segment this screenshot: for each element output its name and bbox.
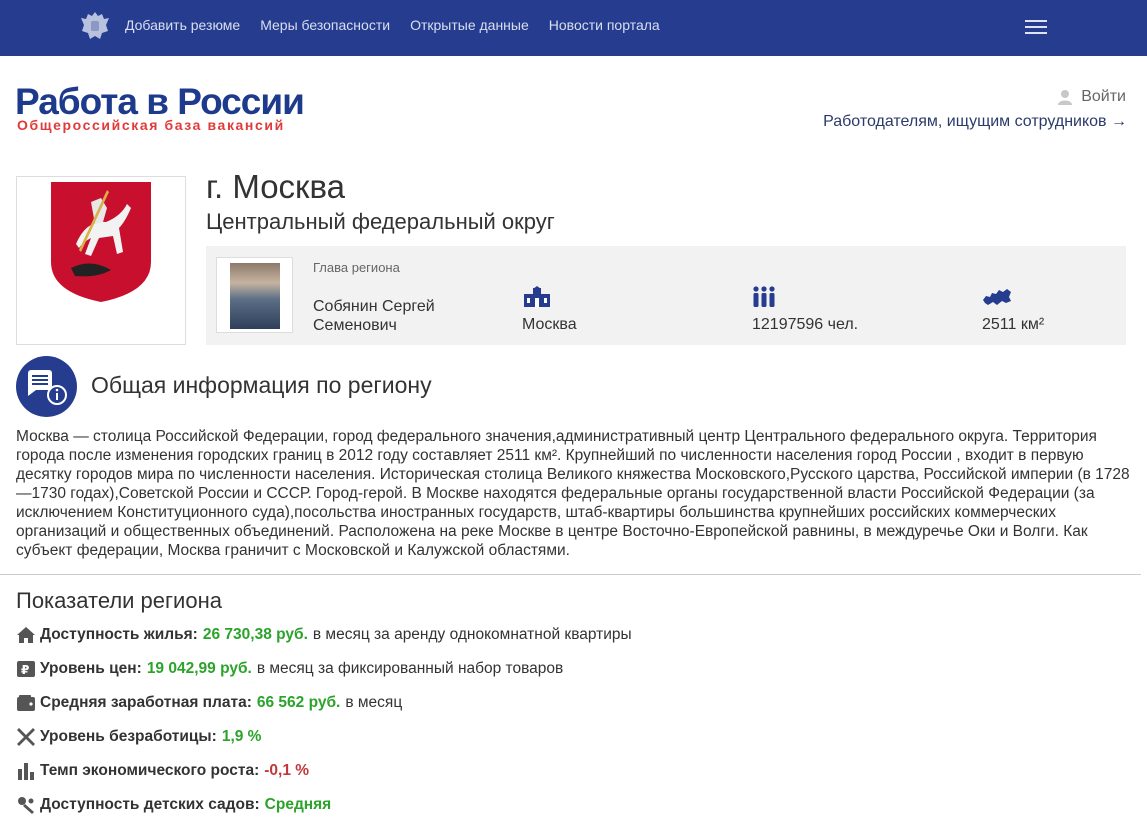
indicator-label: Средняя заработная плата:: [40, 694, 252, 711]
region-coat-of-arms: [16, 176, 186, 345]
login-link[interactable]: Войти: [1057, 88, 1126, 106]
indicator-value: 19 042,99 руб.: [146, 660, 252, 677]
indicator-value: Средняя: [264, 796, 332, 813]
nav-portal-news[interactable]: Новости портала: [549, 17, 660, 33]
nav-open-data[interactable]: Открытые данные: [410, 17, 529, 33]
area-stat: 2511 км²: [982, 286, 1044, 334]
region-info-box: Глава региона Собянин Сергей Семенович М…: [206, 246, 1126, 345]
logo-title: Работа в России: [15, 81, 305, 122]
population-stat: 12197596 чел.: [752, 286, 858, 334]
info-section-icon: [16, 356, 77, 417]
head-label: Глава региона: [313, 260, 400, 275]
population-value: 12197596 чел.: [752, 316, 859, 333]
indicator-label: Доступность жилья:: [40, 626, 198, 643]
logo-subtitle: Общероссийская база вакансий: [17, 117, 285, 133]
main-nav: Добавить резюме Меры безопасности Открыт…: [125, 17, 660, 33]
user-icon: [1058, 90, 1073, 105]
region-title: г. Москва: [206, 168, 346, 205]
indicator-unemployment: Уровень безработицы: 1,9 %: [16, 725, 261, 749]
indicator-note: в месяц за фиксированный набор товаров: [256, 660, 564, 677]
capital-value: Москва: [522, 316, 577, 333]
general-info-title: Общая информация по региону: [91, 372, 432, 398]
kindergarten-icon: [18, 797, 34, 814]
indicator-label: Доступность детских садов:: [40, 796, 260, 813]
moscow-coat-of-arms-icon: [51, 182, 151, 302]
russia-map-icon: [983, 289, 1011, 305]
indicator-prices: ₽ Уровень цен: 19 042,99 руб. в месяц за…: [16, 657, 563, 681]
capital-stat: Москва: [522, 286, 577, 334]
wallet-icon: [17, 695, 35, 711]
indicator-note: в месяц: [345, 694, 403, 711]
head-name-line1: Собянин Сергей: [313, 298, 435, 315]
bar-chart-icon: [18, 763, 34, 780]
region-district: Центральный федеральный округ: [206, 209, 555, 234]
indicator-value: 26 730,38 руб.: [202, 626, 308, 643]
top-navbar: Добавить резюме Меры безопасности Открыт…: [0, 0, 1147, 56]
indicator-value: -0,1 %: [264, 762, 310, 779]
government-building-icon: [524, 286, 550, 307]
indicator-label: Уровень цен:: [40, 660, 142, 677]
house-icon: [17, 627, 35, 643]
region-description: Москва — столица Российской Федерации, г…: [16, 428, 1130, 559]
head-name[interactable]: Собянин Сергей Семенович: [313, 297, 435, 335]
indicator-economic-growth: Темп экономического роста: -0,1 %: [16, 759, 309, 783]
employers-link[interactable]: Работодателям, ищущим сотрудников →: [823, 113, 1127, 131]
nav-add-resume[interactable]: Добавить резюме: [125, 17, 240, 33]
price-tag-icon: ₽: [17, 661, 35, 677]
indicators-title: Показатели региона: [16, 588, 222, 613]
people-icon: [753, 286, 775, 307]
coat-of-arms-icon[interactable]: [78, 9, 112, 43]
indicator-kindergartens: Доступность детских садов: Средняя: [16, 793, 331, 817]
login-label: Войти: [1081, 88, 1126, 105]
indicator-salary: Средняя заработная плата: 66 562 руб. в …: [16, 691, 402, 715]
indicator-housing: Доступность жилья: 26 730,38 руб. в меся…: [16, 623, 632, 647]
nav-safety-measures[interactable]: Меры безопасности: [260, 17, 390, 33]
site-logo[interactable]: Работа в России Общероссийская база вака…: [15, 81, 305, 133]
hamburger-menu-icon[interactable]: [1025, 20, 1047, 36]
indicator-label: Темп экономического роста:: [40, 762, 260, 779]
indicator-label: Уровень безработицы:: [40, 728, 217, 745]
tools-icon: [17, 728, 35, 746]
governor-photo: [216, 257, 293, 333]
indicator-note: в месяц за аренду однокомнатной квартиры: [312, 626, 632, 643]
indicator-value: 1,9 %: [221, 728, 262, 745]
section-divider: [0, 574, 1141, 575]
head-name-line2: Семенович: [313, 317, 397, 334]
indicator-value: 66 562 руб.: [256, 694, 341, 711]
area-value: 2511 км²: [982, 316, 1045, 333]
document-info-icon: [28, 370, 67, 405]
svg-text:₽: ₽: [21, 663, 29, 677]
